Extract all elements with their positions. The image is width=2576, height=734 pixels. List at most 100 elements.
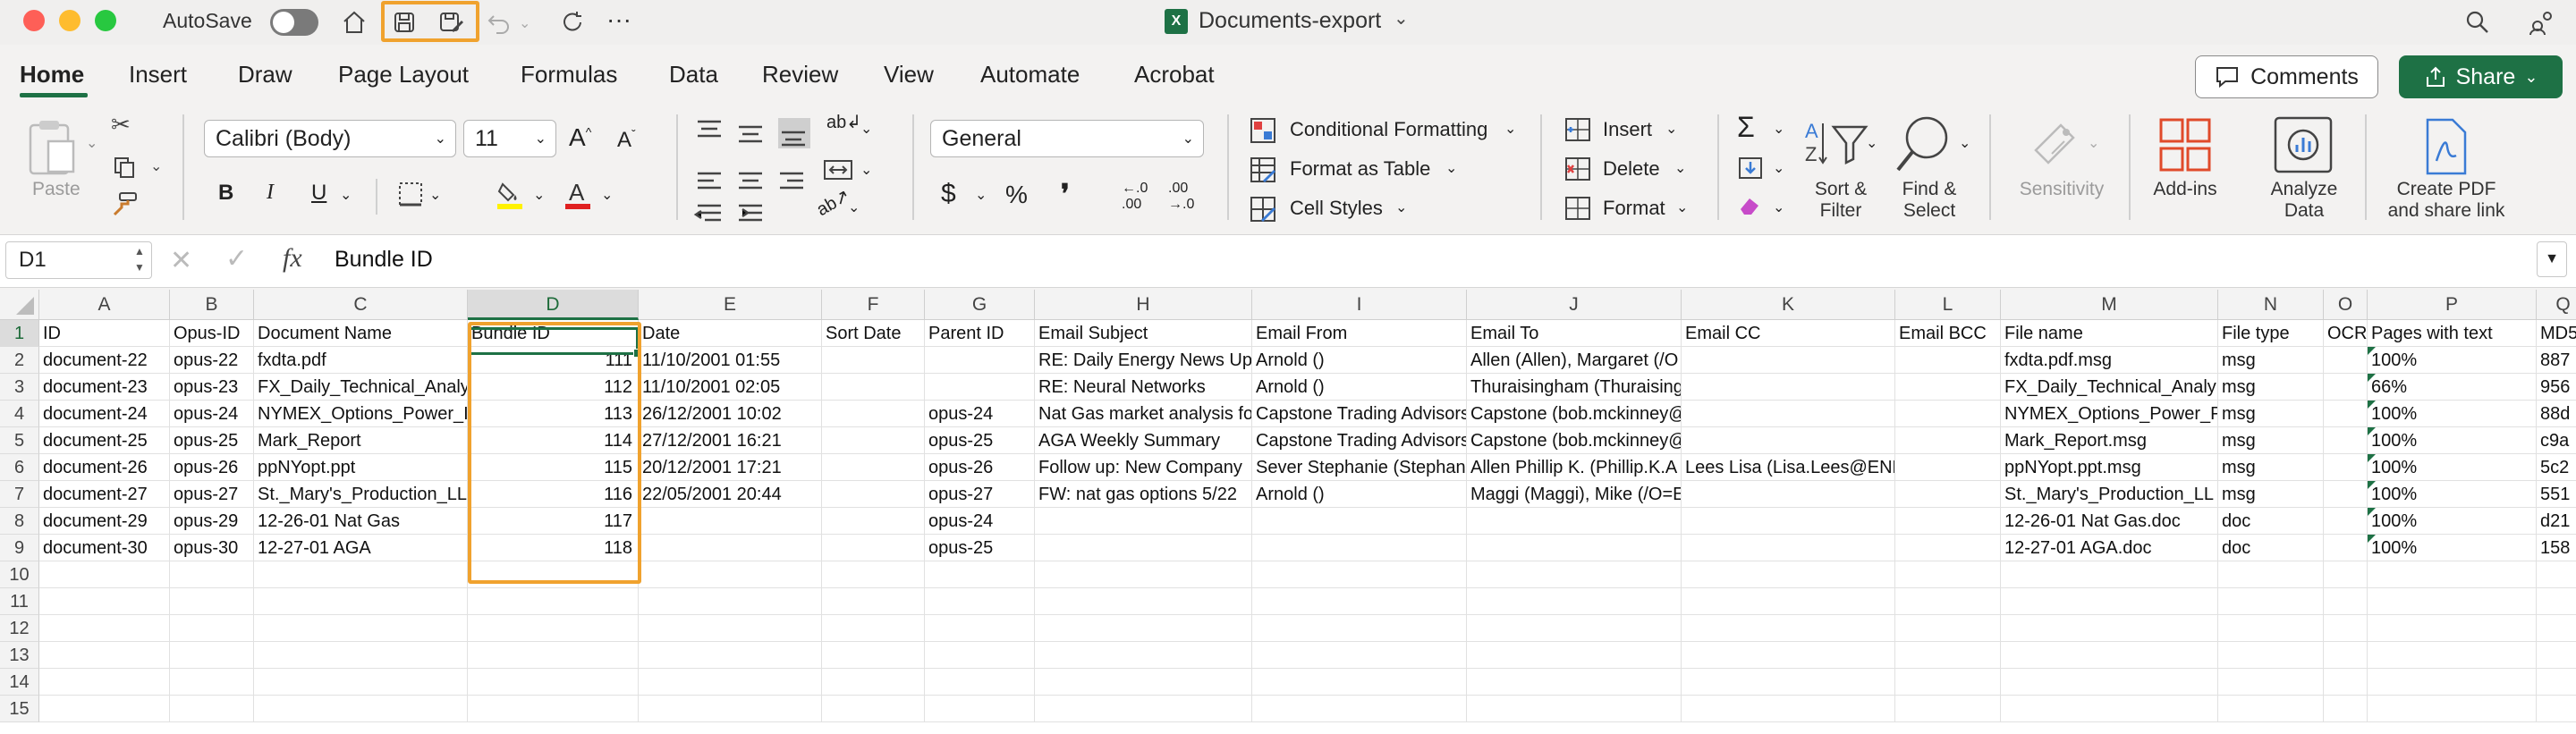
header-cell[interactable]: Date — [639, 320, 822, 347]
delete-chevron-down-icon[interactable]: ⌄ — [1674, 159, 1686, 177]
font-color-icon[interactable]: A — [564, 179, 592, 211]
table-cell[interactable]: 26/12/2001 10:02 — [639, 401, 822, 427]
increase-decimal-button[interactable]: ←.0 .00 — [1122, 181, 1157, 213]
row-header-5[interactable]: 5 — [0, 427, 39, 454]
column-header-c[interactable]: C — [254, 290, 468, 320]
autosum-icon[interactable]: Σ — [1737, 111, 1755, 144]
table-cell[interactable]: fxdta.pdf.msg — [2001, 347, 2218, 374]
wrap-chevron-down-icon[interactable]: ⌄ — [860, 120, 872, 138]
table-cell[interactable] — [170, 561, 254, 588]
table-cell[interactable] — [39, 561, 170, 588]
table-cell[interactable] — [1252, 588, 1467, 615]
table-cell[interactable]: msg — [2218, 401, 2324, 427]
table-cell[interactable] — [254, 642, 468, 669]
sort-filter-icon[interactable]: AZ — [1803, 116, 1871, 179]
share-button[interactable]: Share ⌄ — [2399, 55, 2563, 98]
header-cell[interactable]: OCR — [2324, 320, 2368, 347]
table-cell[interactable]: NYMEX_Options_Power_I — [254, 401, 468, 427]
format-painter-icon[interactable] — [111, 191, 138, 216]
table-cell[interactable] — [2324, 535, 2368, 561]
font-color-chevron-down-icon[interactable]: ⌄ — [601, 186, 613, 204]
undo-dropdown-icon[interactable]: ⌄ — [519, 14, 530, 32]
conditional-formatting-icon[interactable] — [1249, 116, 1277, 145]
table-cell[interactable]: ppNYopt.ppt.msg — [2001, 454, 2218, 481]
table-cell[interactable] — [639, 535, 822, 561]
table-cell[interactable] — [468, 588, 639, 615]
table-cell[interactable] — [1682, 669, 1895, 696]
table-cell[interactable]: Follow up: New Company — [1035, 454, 1252, 481]
table-cell[interactable] — [1895, 642, 2001, 669]
tab-automate[interactable]: Automate — [980, 61, 1080, 89]
table-cell[interactable] — [1895, 588, 2001, 615]
table-cell[interactable] — [1895, 561, 2001, 588]
table-cell[interactable] — [822, 669, 925, 696]
table-cell[interactable] — [1467, 696, 1682, 722]
table-cell[interactable]: 88d — [2537, 401, 2576, 427]
table-cell[interactable] — [2537, 696, 2576, 722]
table-cell[interactable] — [822, 615, 925, 642]
tab-insert[interactable]: Insert — [129, 61, 187, 89]
table-cell[interactable] — [170, 588, 254, 615]
table-cell[interactable]: 100% — [2368, 481, 2537, 508]
table-cell[interactable] — [254, 696, 468, 722]
tab-page-layout[interactable]: Page Layout — [338, 61, 469, 89]
table-cell[interactable] — [2368, 588, 2537, 615]
table-cell[interactable] — [254, 561, 468, 588]
table-cell[interactable]: document-23 — [39, 374, 170, 401]
row-header-10[interactable]: 10 — [0, 561, 39, 588]
table-cell[interactable] — [2368, 615, 2537, 642]
row-header-4[interactable]: 4 — [0, 401, 39, 427]
paste-icon[interactable] — [27, 118, 79, 177]
zoom-window-button[interactable] — [95, 10, 116, 31]
table-cell[interactable] — [925, 347, 1035, 374]
table-cell[interactable] — [822, 588, 925, 615]
row-header-3[interactable]: 3 — [0, 374, 39, 401]
table-cell[interactable] — [1895, 481, 2001, 508]
table-cell[interactable]: 100% — [2368, 508, 2537, 535]
table-cell[interactable] — [254, 669, 468, 696]
table-cell[interactable] — [254, 615, 468, 642]
table-cell[interactable] — [1252, 642, 1467, 669]
table-cell[interactable] — [822, 347, 925, 374]
tab-data[interactable]: Data — [669, 61, 718, 89]
table-cell[interactable]: Arnold () — [1252, 347, 1467, 374]
table-cell[interactable] — [2324, 696, 2368, 722]
table-cell[interactable] — [639, 508, 822, 535]
save-icon[interactable] — [388, 6, 420, 38]
font-size-dropdown[interactable]: 11 ⌄ — [463, 120, 556, 157]
analyze-data-icon[interactable] — [2272, 114, 2334, 175]
currency-button[interactable]: $ — [941, 179, 956, 209]
fill-icon[interactable] — [1737, 156, 1764, 181]
grow-font-icon[interactable]: A^ — [569, 123, 591, 152]
table-cell[interactable]: ppNYopt.ppt — [254, 454, 468, 481]
table-cell[interactable] — [925, 615, 1035, 642]
table-cell[interactable] — [1895, 696, 2001, 722]
row-header-15[interactable]: 15 — [0, 696, 39, 722]
table-cell[interactable] — [822, 481, 925, 508]
table-cell[interactable] — [925, 588, 1035, 615]
table-cell[interactable] — [170, 642, 254, 669]
format-as-table-icon[interactable] — [1249, 156, 1277, 184]
undo-icon[interactable] — [483, 6, 515, 38]
table-cell[interactable]: document-24 — [39, 401, 170, 427]
header-cell[interactable]: Email To — [1467, 320, 1682, 347]
insert-chevron-down-icon[interactable]: ⌄ — [1665, 120, 1677, 138]
table-cell[interactable] — [170, 615, 254, 642]
enter-icon[interactable]: ✓ — [225, 243, 248, 274]
table-cell[interactable]: Capstone Trading Advisors — [1252, 401, 1467, 427]
home-icon[interactable] — [338, 6, 370, 38]
table-cell[interactable]: 11/10/2001 02:05 — [639, 374, 822, 401]
table-cell[interactable] — [1035, 535, 1252, 561]
minimize-window-button[interactable] — [59, 10, 80, 31]
fill-color-chevron-down-icon[interactable]: ⌄ — [533, 186, 545, 204]
table-cell[interactable]: opus-25 — [925, 535, 1035, 561]
table-cell[interactable] — [639, 696, 822, 722]
table-cell[interactable]: 11/10/2001 01:55 — [639, 347, 822, 374]
currency-chevron-down-icon[interactable]: ⌄ — [975, 186, 987, 204]
table-cell[interactable] — [1895, 535, 2001, 561]
table-cell[interactable] — [639, 615, 822, 642]
table-cell[interactable]: 12-26-01 Nat Gas.doc — [2001, 508, 2218, 535]
table-cell[interactable]: 5c2 — [2537, 454, 2576, 481]
table-cell[interactable]: 20/12/2001 17:21 — [639, 454, 822, 481]
table-cell[interactable]: d21 — [2537, 508, 2576, 535]
